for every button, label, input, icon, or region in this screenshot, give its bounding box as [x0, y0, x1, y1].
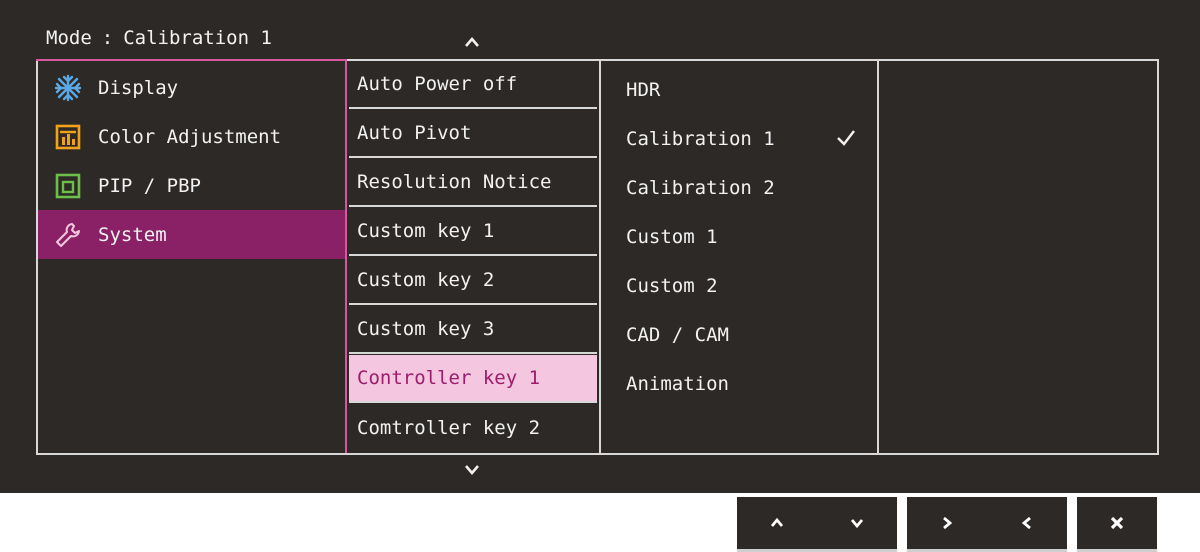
- main-menu-item-color-adjustment[interactable]: Color Adjustment: [38, 112, 345, 161]
- option-label: Calibration 2: [626, 176, 775, 199]
- right-button[interactable]: [907, 497, 987, 549]
- option-cad-cam[interactable]: CAD / CAM: [601, 310, 877, 359]
- option-animation[interactable]: Animation: [601, 359, 877, 408]
- main-menu-label: Color Adjustment: [98, 125, 282, 148]
- main-menu-label: Display: [98, 76, 179, 99]
- checkmark-icon: [837, 130, 855, 146]
- mode-label: Mode: [46, 27, 92, 49]
- submenu: Auto Power off Auto Pivot Resolution Not…: [349, 61, 597, 453]
- option-custom-1[interactable]: Custom 1: [601, 212, 877, 261]
- submenu-item-resolution-notice[interactable]: Resolution Notice: [349, 159, 597, 207]
- mode-separator: :: [101, 27, 114, 49]
- submenu-label: Resolution Notice: [357, 171, 552, 193]
- main-menu: Display Color Adjustment PIP / PBP Syste…: [36, 59, 347, 453]
- option-label: Calibration 1: [626, 127, 775, 150]
- submenu-label: Controller key 1: [357, 367, 541, 389]
- submenu-item-custom-key-2[interactable]: Custom key 2: [349, 257, 597, 305]
- up-down-button-group: [737, 497, 897, 549]
- main-menu-item-pip-pbp[interactable]: PIP / PBP: [38, 161, 345, 210]
- submenu-item-auto-power-off[interactable]: Auto Power off: [349, 61, 597, 109]
- menu-frame: Display Color Adjustment PIP / PBP Syste…: [36, 59, 1159, 455]
- option-calibration-2[interactable]: Calibration 2: [601, 163, 877, 212]
- submenu-item-custom-key-1[interactable]: Custom key 1: [349, 208, 597, 256]
- option-label: Custom 1: [626, 225, 718, 248]
- submenu-item-custom-key-3[interactable]: Custom key 3: [349, 306, 597, 354]
- up-button[interactable]: [737, 497, 817, 549]
- osd-panel: Mode: Calibration 1 Display Color Adjust…: [0, 0, 1200, 493]
- left-arrow-icon: [1021, 516, 1031, 530]
- submenu-item-controller-key-2[interactable]: Comtroller key 2: [349, 404, 597, 452]
- right-arrow-icon: [943, 516, 953, 530]
- option-label: Animation: [626, 372, 729, 395]
- scroll-down-indicator-icon: [465, 465, 479, 475]
- info-panel: [877, 61, 1157, 453]
- left-button[interactable]: [987, 497, 1067, 549]
- scroll-up-indicator-icon: [465, 37, 479, 47]
- accent-line: [36, 59, 347, 61]
- down-arrow-icon: [850, 519, 864, 529]
- wrench-icon: [56, 222, 80, 247]
- right-left-button-group: [907, 497, 1067, 549]
- submenu-label: Auto Power off: [357, 73, 518, 95]
- main-menu-item-display[interactable]: Display: [38, 63, 345, 112]
- main-menu-label: PIP / PBP: [98, 174, 201, 197]
- down-button[interactable]: [817, 497, 897, 549]
- option-label: CAD / CAM: [626, 323, 729, 346]
- options-list: HDR Calibration 1 Calibration 2 Custom 1…: [599, 61, 877, 453]
- up-arrow-icon: [770, 517, 784, 527]
- submenu-label: Custom key 2: [357, 269, 495, 291]
- color-adjustment-icon: [55, 124, 81, 149]
- mode-value: Calibration 1: [123, 27, 272, 49]
- mode-indicator: Mode: Calibration 1: [46, 27, 272, 49]
- display-snowflake-icon: [54, 74, 82, 101]
- submenu-item-auto-pivot[interactable]: Auto Pivot: [349, 110, 597, 158]
- option-hdr[interactable]: HDR: [601, 65, 877, 114]
- option-custom-2[interactable]: Custom 2: [601, 261, 877, 310]
- option-calibration-1[interactable]: Calibration 1: [601, 114, 877, 163]
- submenu-item-controller-key-1[interactable]: Controller key 1: [349, 355, 597, 403]
- pip-pbp-icon: [55, 173, 81, 198]
- option-label: Custom 2: [626, 274, 718, 297]
- submenu-label: Custom key 3: [357, 318, 495, 340]
- main-menu-item-system[interactable]: System: [38, 210, 345, 259]
- close-icon: [1110, 516, 1124, 530]
- close-button[interactable]: [1077, 497, 1157, 549]
- main-menu-label: System: [98, 223, 167, 246]
- option-label: HDR: [626, 78, 661, 101]
- submenu-label: Custom key 1: [357, 220, 495, 242]
- submenu-label: Comtroller key 2: [357, 417, 541, 439]
- submenu-label: Auto Pivot: [357, 122, 472, 144]
